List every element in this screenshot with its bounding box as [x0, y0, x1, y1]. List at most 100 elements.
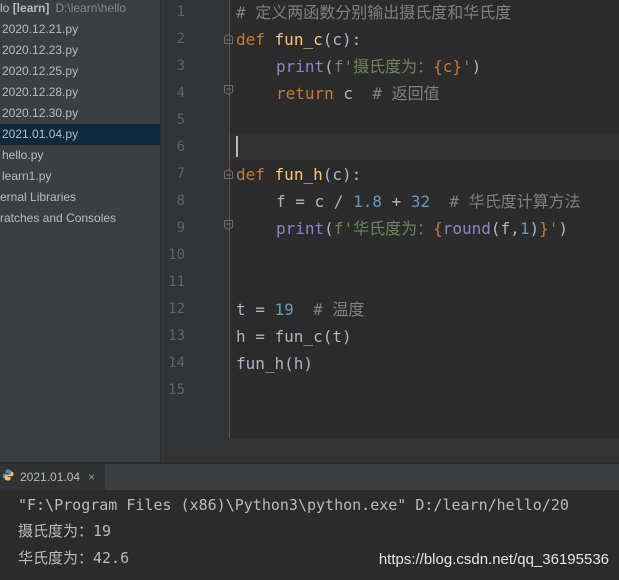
code-line-12: t = 19 # 温度 — [236, 296, 364, 323]
console-line: 摄氏度为：19 — [18, 522, 112, 540]
comment: # 华氏度计算方法 — [449, 192, 581, 211]
fold-end-icon[interactable] — [224, 85, 233, 95]
file-item[interactable]: 2020.12.30.py — [2, 103, 78, 124]
string: f'华氏度为： — [333, 219, 434, 238]
number: 19 — [274, 300, 294, 319]
code-line-13: h = fun_c(t) — [236, 323, 352, 350]
code-line-3: print(f'摄氏度为：{c}') — [276, 53, 481, 80]
builtin: print — [276, 219, 325, 238]
project-root-label: [learn] — [12, 1, 50, 15]
file-name: 2020.12.30.py — [2, 106, 79, 120]
comment: # 温度 — [313, 300, 365, 319]
line-number: 5 — [176, 112, 185, 128]
code-text: c — [333, 84, 373, 103]
fold-start-icon[interactable] — [224, 169, 233, 179]
project-root[interactable]: lo [learn] D:\learn\hello — [0, 0, 126, 19]
code-text: f = c / — [276, 192, 354, 211]
project-root-path: D:\learn\hello — [55, 1, 127, 15]
code-line-8: f = c / 1.8 + 32 # 华氏度计算方法 — [276, 188, 581, 215]
scratches-and-consoles[interactable]: ratches and Consoles — [0, 208, 116, 229]
file-item[interactable]: hello.py — [2, 145, 43, 166]
code-line-1: # 定义两函数分别输出摄氏度和华氏度 — [236, 0, 511, 26]
function-name: fun_h — [274, 165, 323, 184]
builtin: print — [276, 57, 325, 76]
line-number: 14 — [168, 355, 185, 371]
line-number: 7 — [176, 166, 185, 182]
fstring-expr: } — [539, 219, 549, 238]
line-number: 15 — [168, 382, 185, 398]
file-item[interactable]: 2020.12.25.py — [2, 61, 78, 82]
line-number: 8 — [176, 193, 185, 209]
string: ' — [462, 57, 472, 76]
project-panel: lo [learn] D:\learn\hello 2020.12.21.py 2… — [0, 0, 160, 462]
file-item[interactable]: 2020.12.28.py — [2, 82, 78, 103]
fstring-expr: { — [433, 219, 443, 238]
code-line-4: return c # 返回值 — [276, 80, 440, 107]
comment: # 定义两函数分别输出摄氏度和华氏度 — [236, 3, 512, 22]
fstring-expr: {c} — [433, 57, 462, 76]
file-item-selected[interactable]: 2021.01.04.py — [0, 124, 160, 145]
code-text: + — [381, 192, 411, 211]
line-number: 1 — [176, 4, 185, 20]
code-text: h = fun_c(t) — [236, 327, 352, 346]
code-text: fun_h(h) — [236, 354, 314, 373]
keyword: def — [236, 165, 265, 184]
file-name: 2020.12.21.py — [2, 22, 79, 36]
code-text: ) — [529, 219, 540, 238]
console-line: "F:\Program Files (x86)\Python3\python.e… — [18, 496, 569, 514]
editor-empty-area — [161, 438, 619, 462]
number: 32 — [410, 192, 431, 211]
line-number: 3 — [176, 58, 185, 74]
close-icon[interactable]: × — [88, 470, 95, 484]
number: 1.8 — [353, 192, 382, 211]
keyword: def — [236, 30, 265, 49]
file-item[interactable]: learn1.py — [2, 166, 51, 187]
text-caret — [236, 136, 238, 157]
code-text: ( — [324, 57, 334, 76]
file-name: 2020.12.28.py — [2, 85, 79, 99]
comment: # 返回值 — [372, 84, 440, 103]
code-text: (c): — [322, 30, 362, 49]
line-number: 12 — [168, 301, 185, 317]
code-text: (c): — [322, 165, 362, 184]
file-item[interactable]: 2020.12.21.py — [2, 19, 78, 40]
scratches-label: ratches and Consoles — [0, 211, 117, 225]
fold-start-icon[interactable] — [224, 34, 233, 44]
code-line-14: fun_h(h) — [236, 350, 313, 377]
file-name: hello.py — [2, 148, 44, 162]
file-name: learn1.py — [2, 169, 52, 183]
builtin: round — [442, 219, 491, 238]
run-tab[interactable]: 2021.01.04 × — [0, 464, 106, 491]
keyword: return — [276, 84, 334, 103]
line-number: 13 — [168, 328, 185, 344]
run-panel-header: 2021.01.04 × — [0, 463, 619, 491]
line-number: 6 — [176, 139, 185, 155]
file-name: 2021.01.04.py — [2, 127, 79, 141]
file-name: 2020.12.25.py — [2, 64, 79, 78]
code-line-9: print(f'华氏度为：{round(f,1)}') — [276, 215, 568, 242]
code-text: (f, — [490, 219, 520, 238]
external-libraries[interactable]: ernal Libraries — [0, 187, 76, 208]
string: ' — [548, 219, 559, 238]
number: 1 — [519, 219, 530, 238]
code-line-2: def fun_c(c): — [236, 26, 361, 53]
external-libraries-label: ernal Libraries — [0, 190, 77, 204]
line-number: 9 — [176, 220, 185, 236]
line-number: 10 — [168, 247, 185, 263]
function-name: fun_c — [274, 30, 323, 49]
line-number: 11 — [168, 274, 185, 290]
project-root-name: lo — [0, 1, 10, 15]
code-text: ( — [324, 219, 334, 238]
file-name: 2020.12.23.py — [2, 43, 79, 57]
line-number: 2 — [176, 31, 185, 47]
code-text: ) — [558, 219, 569, 238]
code-text: t = — [236, 300, 275, 319]
gutter-divider — [229, 0, 230, 438]
code-editor[interactable]: 1 2 3 4 5 6 7 8 9 10 11 12 13 14 15 # 定义… — [161, 0, 619, 462]
file-item[interactable]: 2020.12.23.py — [2, 40, 78, 61]
run-tab-label: 2021.01.04 — [20, 470, 81, 484]
code-line-7: def fun_h(c): — [236, 161, 361, 188]
fold-end-icon[interactable] — [224, 220, 233, 230]
